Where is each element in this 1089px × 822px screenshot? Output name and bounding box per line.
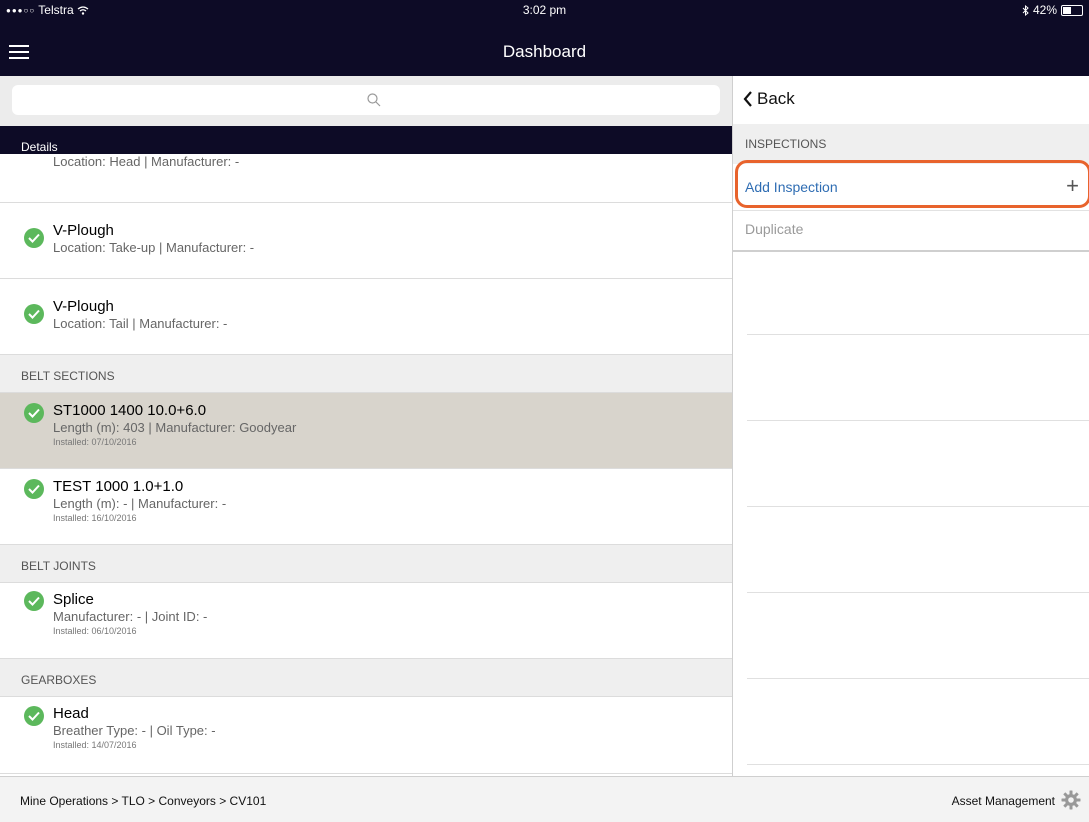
add-inspection-button[interactable]: Add Inspection + <box>733 165 1089 211</box>
duplicate-button[interactable]: Duplicate <box>733 210 1089 252</box>
check-icon <box>24 479 44 499</box>
bluetooth-icon <box>1022 4 1029 16</box>
list-item[interactable]: V-Plough Location: Take-up | Manufacture… <box>0 202 732 279</box>
installed-date: Installed: 16/10/2016 <box>53 513 137 523</box>
battery-status: 42% <box>1022 3 1083 17</box>
search-icon <box>367 93 381 107</box>
divider <box>747 334 1089 335</box>
page-title: Dashboard <box>502 42 587 61</box>
bottom-bar: Mine Operations > TLO > Conveyors > CV10… <box>0 776 1089 822</box>
section-header: GEARBOXES <box>0 658 732 697</box>
list-item[interactable]: ST1000 1400 10.0+6.0 Length (m): 403 | M… <box>0 392 732 469</box>
details-label: Details <box>21 140 58 154</box>
list-item-name: V-Plough <box>53 222 114 239</box>
search-bar <box>0 76 732 126</box>
divider <box>747 506 1089 507</box>
list-item-sub: Location: Head | Manufacturer: - <box>53 154 240 169</box>
list-item-sub: Location: Tail | Manufacturer: - <box>53 316 228 331</box>
list-item[interactable]: Head Breather Type: - | Oil Type: - Inst… <box>0 696 732 774</box>
installed-date: Installed: 06/10/2016 <box>53 626 137 636</box>
nav-bar: Dashboard <box>0 20 1089 76</box>
list-item[interactable]: V-Plough Location: Tail | Manufacturer: … <box>0 278 732 355</box>
plus-icon: + <box>1066 173 1079 198</box>
battery-percent: 42% <box>1032 3 1057 17</box>
section-label: BELT JOINTS <box>21 559 96 573</box>
list-item-name: ST1000 1400 10.0+6.0 <box>53 402 207 419</box>
section-header: BELT JOINTS <box>0 544 732 583</box>
list-item-name: Splice <box>53 591 94 608</box>
gear-icon[interactable] <box>1061 790 1081 810</box>
divider <box>747 764 1089 765</box>
chevron-left-icon <box>743 91 752 107</box>
list-item-sub: Length (m): 403 | Manufacturer: Goodyear <box>53 420 297 435</box>
back-bar: Back <box>733 76 1089 125</box>
section-label: BELT SECTIONS <box>21 369 115 383</box>
section-header: BELT SECTIONS <box>0 354 732 393</box>
divider <box>747 678 1089 679</box>
list-item-sub: Breather Type: - | Oil Type: - <box>53 723 216 738</box>
installed-date: Installed: 14/07/2016 <box>53 740 137 750</box>
inspections-label: INSPECTIONS <box>745 137 827 151</box>
details-header: Details <box>0 126 732 154</box>
status-bar: ●●●○○ Telstra 3:02 pm 42% <box>0 0 1089 20</box>
divider <box>747 420 1089 421</box>
inspections-pane: Back INSPECTIONS Add Inspection + Duplic… <box>733 76 1089 776</box>
clock: 3:02 pm <box>522 3 567 17</box>
list-item-name: V-Plough <box>53 298 114 315</box>
list-item[interactable]: Splice Manufacturer: - | Joint ID: - Ins… <box>0 582 732 659</box>
inspections-header: INSPECTIONS <box>733 124 1089 164</box>
section-label: GEARBOXES <box>21 673 97 687</box>
battery-fill <box>1063 6 1071 14</box>
list-item-name: Head <box>53 705 89 722</box>
search-input[interactable] <box>12 85 720 115</box>
battery-icon <box>1061 4 1083 16</box>
check-icon <box>24 228 44 248</box>
duplicate-label: Duplicate <box>745 221 804 237</box>
divider <box>747 592 1089 593</box>
check-icon <box>24 403 44 423</box>
check-icon <box>24 706 44 726</box>
asset-management-label[interactable]: Asset Management <box>952 794 1055 808</box>
list-item-name: TEST 1000 1.0+1.0 <box>53 478 184 495</box>
check-icon <box>24 304 44 324</box>
list-item-sub: Manufacturer: - | Joint ID: - <box>53 609 208 624</box>
check-icon <box>24 591 44 611</box>
back-button[interactable]: Back <box>743 89 795 109</box>
breadcrumb[interactable]: Mine Operations > TLO > Conveyors > CV10… <box>20 794 266 808</box>
list-item-sub: Location: Take-up | Manufacturer: - <box>53 240 255 255</box>
list-item[interactable]: TEST 1000 1.0+1.0 Length (m): - | Manufa… <box>0 468 732 545</box>
asset-list-pane: Location: Head | Manufacturer: - Details… <box>0 76 732 776</box>
back-label: Back <box>757 89 795 108</box>
add-inspection-label: Add Inspection <box>745 179 838 195</box>
list-item-sub: Length (m): - | Manufacturer: - <box>53 496 227 511</box>
installed-date: Installed: 07/10/2016 <box>53 437 137 447</box>
